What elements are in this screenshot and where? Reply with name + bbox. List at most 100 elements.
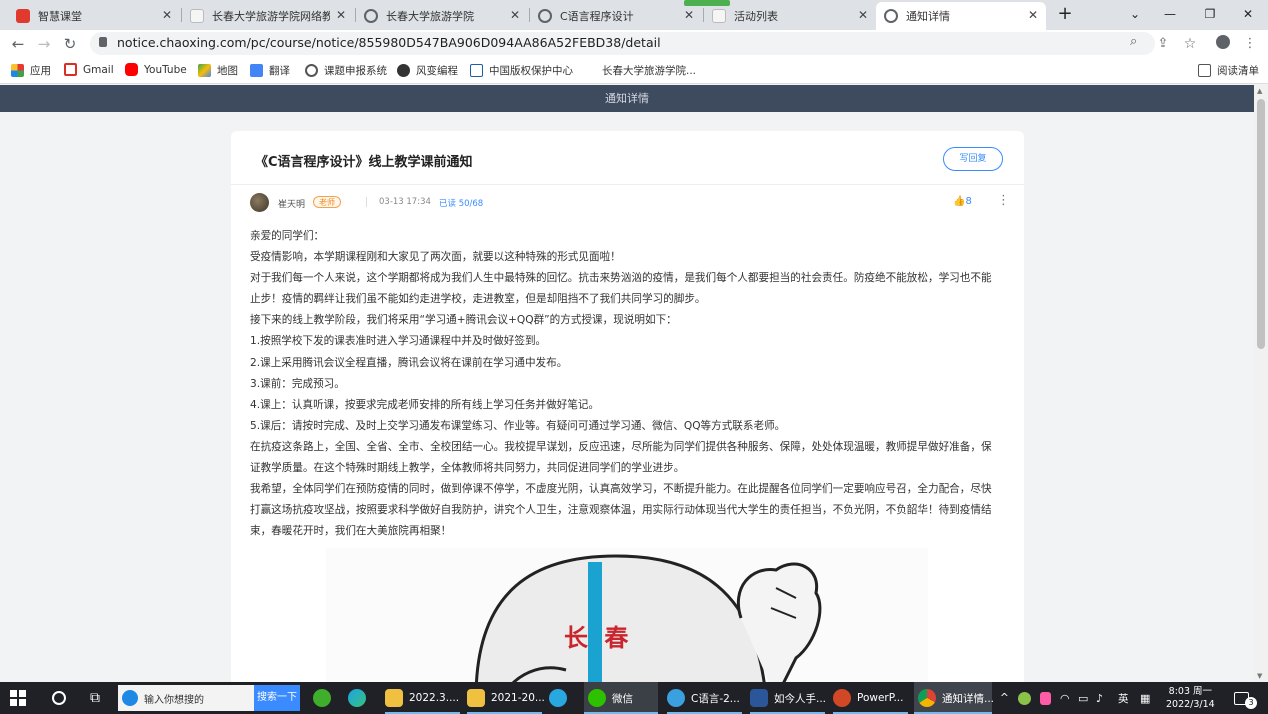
- notification-center[interactable]: 3: [1234, 682, 1257, 714]
- bookmark-youtube[interactable]: YouTube: [125, 63, 187, 76]
- bookmark-label: 翻译: [269, 65, 290, 77]
- edge-icon[interactable]: [348, 682, 372, 714]
- page-icon: [190, 9, 204, 23]
- bookmark-label: 地图: [217, 65, 238, 77]
- bookmark-label: 课题申报系统: [324, 65, 387, 77]
- volume-icon[interactable]: ♪: [1096, 682, 1103, 714]
- start-button[interactable]: [10, 682, 26, 714]
- close-icon[interactable]: ✕: [162, 8, 172, 22]
- translate-icon: [250, 64, 263, 77]
- scroll-down-icon[interactable]: ▼: [1257, 672, 1262, 680]
- bookmark-project-system[interactable]: 课题申报系统: [305, 63, 387, 78]
- bookmark-copyright[interactable]: 中国版权保护中心: [470, 63, 573, 78]
- paragraph: 亲爱的同学们：: [250, 230, 325, 242]
- tab-search-icon[interactable]: ⌄: [1115, 0, 1155, 30]
- image-caption-text: 长 春: [564, 624, 633, 652]
- paragraph: 接下来的线上教学阶段，我们将采用“学习通+腾讯会议+QQ群”的方式授课，现说明如…: [250, 314, 677, 327]
- like-count: 8: [965, 196, 972, 207]
- bookmark-fengbian[interactable]: 风变编程: [397, 63, 458, 78]
- powerpoint-icon: [833, 689, 851, 707]
- scroll-up-icon[interactable]: ▲: [1257, 87, 1262, 95]
- back-icon[interactable]: ←: [8, 34, 28, 54]
- close-icon[interactable]: ✕: [510, 8, 520, 22]
- paragraph: 3.课前：完成预习。: [250, 377, 345, 390]
- address-toolbar: ← → ↻ notice.chaoxing.com/pc/course/noti…: [0, 30, 1268, 57]
- taskbar-folder-2[interactable]: 2021-20...: [467, 682, 545, 714]
- paragraph: 4.课上：认真听课，按要求完成老师安排的所有线上学习任务并做好笔记。: [250, 398, 600, 411]
- bookmark-translate[interactable]: 翻译: [250, 63, 290, 78]
- tab-c-course[interactable]: C语言程序设计 ✕: [530, 2, 702, 30]
- clock[interactable]: 8:03 周一 2022/3/14: [1166, 682, 1215, 714]
- url-text[interactable]: notice.chaoxing.com/pc/course/notice/855…: [117, 35, 661, 50]
- avatar[interactable]: [250, 193, 269, 212]
- audio-indicator-icon: [684, 0, 730, 6]
- taskbar-c-language[interactable]: C语言-2...: [667, 682, 742, 714]
- clock-time: 8:03 周一: [1168, 686, 1213, 697]
- tab-label: 长春大学旅游学院: [386, 10, 474, 23]
- close-icon[interactable]: ✕: [336, 8, 346, 22]
- reading-list-button[interactable]: 阅读清单: [1198, 63, 1259, 78]
- copyright-icon: [470, 64, 483, 77]
- bookmark-gmail[interactable]: Gmail: [64, 63, 114, 76]
- ime-indicator[interactable]: 英: [1118, 682, 1129, 714]
- share-icon[interactable]: ⇪: [1153, 34, 1173, 54]
- gmail-icon: [64, 63, 77, 76]
- taskbar-label: 2021-20...: [491, 692, 545, 704]
- battery-icon[interactable]: ▭: [1078, 682, 1088, 714]
- tab-teaching-platform[interactable]: 长春大学旅游学院网络教学 ✕: [182, 2, 354, 30]
- globe-icon: [884, 9, 898, 23]
- reply-button[interactable]: 写回复: [943, 147, 1003, 171]
- read-status[interactable]: 已读 50/68: [439, 197, 483, 209]
- minimize-icon[interactable]: —: [1150, 0, 1190, 30]
- zoom-icon[interactable]: ⌕: [1130, 34, 1137, 49]
- close-icon[interactable]: ✕: [684, 8, 694, 22]
- reload-icon[interactable]: ↻: [60, 34, 80, 54]
- taskbar-chrome[interactable]: 通知详情...: [914, 682, 994, 714]
- taskbar-powerpoint[interactable]: PowerP...: [833, 682, 908, 714]
- more-options-icon[interactable]: ⋮: [997, 193, 1010, 208]
- tray-green-icon[interactable]: [1018, 682, 1031, 714]
- maximize-icon[interactable]: ❐: [1190, 0, 1230, 30]
- close-icon[interactable]: ✕: [858, 8, 868, 22]
- like-button[interactable]: 👍8: [953, 196, 972, 207]
- taskbar-folder-1[interactable]: 2022.3....: [385, 682, 460, 714]
- bookmark-apps[interactable]: 应用: [11, 63, 51, 78]
- tab-activity-list[interactable]: 活动列表 ✕: [684, 0, 876, 30]
- tab-university[interactable]: 长春大学旅游学院 ✕: [356, 2, 528, 30]
- apps-grid-icon: [11, 64, 24, 77]
- network-icon[interactable]: ◠: [1060, 682, 1070, 714]
- profile-avatar[interactable]: [1213, 34, 1233, 54]
- youtube-icon: [125, 63, 138, 76]
- tray-chevron-icon[interactable]: ^: [1000, 682, 1009, 714]
- task-view-icon[interactable]: ⧉: [90, 682, 100, 714]
- bookmark-maps[interactable]: 地图: [198, 63, 238, 78]
- browser-e-icon[interactable]: [549, 682, 573, 714]
- tab-notice-detail[interactable]: 通知详情 ✕: [876, 2, 1046, 30]
- reading-list-label: 阅读清单: [1217, 65, 1259, 77]
- window-close-icon[interactable]: ✕: [1228, 0, 1268, 30]
- omnibox[interactable]: notice.chaoxing.com/pc/course/notice/855…: [90, 32, 1155, 55]
- search-circle-icon[interactable]: [52, 682, 66, 714]
- page-scrollbar[interactable]: ▲ ▼: [1254, 85, 1268, 682]
- notice-illustration[interactable]: 长 春: [326, 548, 928, 691]
- green-app-icon[interactable]: [313, 682, 337, 714]
- taskbar-wechat[interactable]: 微信: [584, 682, 658, 714]
- menu-kebab-icon[interactable]: ⋮: [1240, 34, 1260, 54]
- ime-mode-icon[interactable]: ▦: [1140, 682, 1150, 714]
- tray-app-icon[interactable]: [1040, 682, 1051, 714]
- taskbar-search-button[interactable]: 搜索一下: [254, 685, 300, 711]
- bookmark-university[interactable]: 长春大学旅游学院...: [602, 63, 696, 78]
- taskbar-search-input[interactable]: 输入你想搜的: [118, 685, 254, 711]
- new-tab-button[interactable]: +: [1045, 0, 1085, 30]
- tab-zhihui[interactable]: 智慧课堂 ✕: [8, 2, 180, 30]
- paragraph: 我希望，全体同学们在预防疫情的同时，做到停课不停学，不虚度光阴，认真高效学习，不…: [250, 483, 992, 538]
- author-name[interactable]: 崔天明: [278, 197, 305, 210]
- forward-icon[interactable]: →: [34, 34, 54, 54]
- close-icon[interactable]: ✕: [1028, 8, 1038, 22]
- windows-taskbar: ⧉ 输入你想搜的 搜索一下 2022.3.... 2021-20... 微信 C…: [0, 682, 1268, 714]
- bookmark-label: Gmail: [83, 63, 114, 76]
- scrollbar-thumb[interactable]: [1257, 99, 1265, 349]
- globe-icon: [364, 9, 378, 23]
- taskbar-word[interactable]: 如今人手...: [750, 682, 826, 714]
- bookmark-star-icon[interactable]: ☆: [1180, 34, 1200, 54]
